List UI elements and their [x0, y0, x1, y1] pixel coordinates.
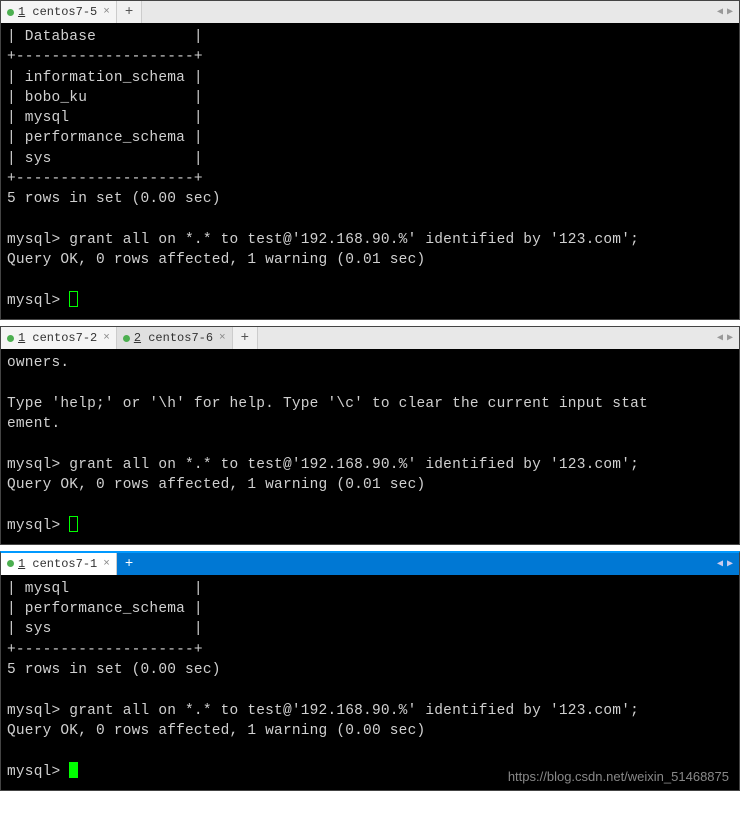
tab-centos7-5[interactable]: 1 centos7-5 ×	[1, 1, 117, 23]
tab-nav-right-icon[interactable]: ▶	[725, 332, 735, 344]
tab-nav-right-icon[interactable]: ▶	[725, 6, 735, 18]
tab-centos7-1[interactable]: 1 centos7-1 ×	[1, 553, 117, 575]
terminal-pane-2: 1 centos7-2 × 2 centos7-6 × + ◀ ▶ owners…	[0, 326, 740, 545]
status-dot-icon	[123, 335, 130, 342]
terminal-output[interactable]: | Database | +--------------------+ | in…	[1, 23, 739, 319]
tab-bar: 1 centos7-5 × + ◀ ▶	[1, 1, 739, 23]
tab-nav-left-icon[interactable]: ◀	[715, 6, 725, 18]
close-icon[interactable]: ×	[101, 332, 110, 344]
cursor-icon	[69, 291, 78, 307]
status-dot-icon	[7, 9, 14, 16]
tab-nav-arrows: ◀ ▶	[715, 558, 739, 570]
add-tab-button[interactable]: +	[117, 1, 142, 23]
status-dot-icon	[7, 560, 14, 567]
status-dot-icon	[7, 335, 14, 342]
tab-nav-arrows: ◀ ▶	[715, 332, 739, 344]
close-icon[interactable]: ×	[101, 558, 110, 570]
tab-nav-arrows: ◀ ▶	[715, 6, 739, 18]
tab-label: 1 centos7-1	[18, 557, 97, 571]
tab-bar: 1 centos7-2 × 2 centos7-6 × + ◀ ▶	[1, 327, 739, 349]
terminal-pane-3: 1 centos7-1 × + ◀ ▶ | mysql | | performa…	[0, 551, 740, 791]
watermark-text: https://blog.csdn.net/weixin_51468875	[508, 769, 729, 784]
add-tab-button[interactable]: +	[117, 553, 141, 575]
tab-label: 1 centos7-2	[18, 331, 97, 345]
cursor-icon	[69, 516, 78, 532]
add-tab-button[interactable]: +	[233, 327, 258, 349]
tab-bar: 1 centos7-1 × + ◀ ▶	[1, 553, 739, 575]
cursor-icon	[69, 762, 78, 778]
terminal-pane-1: 1 centos7-5 × + ◀ ▶ | Database | +------…	[0, 0, 740, 320]
tab-nav-left-icon[interactable]: ◀	[715, 558, 725, 570]
close-icon[interactable]: ×	[101, 6, 110, 18]
close-icon[interactable]: ×	[217, 332, 226, 344]
tab-nav-left-icon[interactable]: ◀	[715, 332, 725, 344]
tab-label: 1 centos7-5	[18, 5, 97, 19]
tab-nav-right-icon[interactable]: ▶	[725, 558, 735, 570]
tab-centos7-6[interactable]: 2 centos7-6 ×	[117, 327, 233, 349]
terminal-output[interactable]: | mysql | | performance_schema | | sys |…	[1, 575, 739, 790]
tab-label: 2 centos7-6	[134, 331, 213, 345]
terminal-output[interactable]: owners. Type 'help;' or '\h' for help. T…	[1, 349, 739, 544]
tab-centos7-2[interactable]: 1 centos7-2 ×	[1, 327, 117, 349]
